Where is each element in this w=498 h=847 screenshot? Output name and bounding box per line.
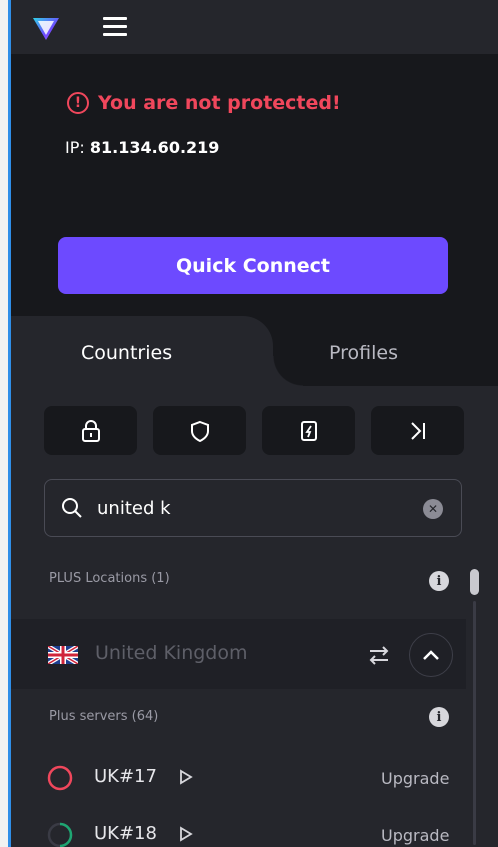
- scrollbar-thumb[interactable]: [470, 569, 479, 595]
- server-name: UK#18: [94, 823, 157, 844]
- country-row-united-kingdom[interactable]: United Kingdom: [11, 619, 466, 689]
- server-row[interactable]: UK#18 Upgrade: [11, 810, 466, 847]
- info-icon[interactable]: i: [429, 571, 449, 591]
- ip-label: IP:: [65, 138, 85, 157]
- play-icon[interactable]: [179, 826, 193, 842]
- tab-countries[interactable]: Countries: [81, 342, 172, 364]
- hamburger-menu-icon[interactable]: [103, 17, 127, 37]
- exclamation-circle-icon: !: [67, 92, 89, 114]
- uk-flag-icon: [48, 646, 78, 664]
- search-icon: [62, 498, 82, 518]
- play-icon[interactable]: [179, 769, 193, 785]
- connection-status-panel: ! You are not protected! IP: 81.134.60.2…: [11, 54, 498, 316]
- info-icon[interactable]: i: [429, 707, 449, 727]
- countries-panel: ✕ PLUS Locations (1) i United Kingdom: [11, 386, 498, 847]
- protection-warning: ! You are not protected!: [67, 92, 341, 114]
- country-name: United Kingdom: [95, 642, 248, 664]
- upgrade-button[interactable]: Upgrade: [381, 826, 449, 845]
- warning-text: You are not protected!: [98, 92, 341, 114]
- server-load-icon: [47, 822, 73, 847]
- ip-address-row: IP: 81.134.60.219: [65, 138, 219, 157]
- quick-connect-button[interactable]: Quick Connect: [58, 237, 448, 294]
- chevron-up-icon: [423, 650, 439, 660]
- search-input[interactable]: [97, 497, 397, 519]
- lock-icon: [81, 419, 100, 442]
- p2p-filter-button[interactable]: [262, 406, 355, 455]
- ip-value: 81.134.60.219: [89, 138, 220, 157]
- secure-core-filter-button[interactable]: [44, 406, 137, 455]
- plus-locations-header: PLUS Locations (1): [49, 571, 170, 586]
- swap-arrows-icon[interactable]: [366, 643, 392, 667]
- title-bar: [11, 0, 498, 54]
- tor-filter-button[interactable]: [371, 406, 464, 455]
- clear-x-icon[interactable]: ✕: [423, 499, 443, 519]
- server-load-icon: [47, 765, 73, 791]
- collapse-country-button[interactable]: [409, 633, 453, 677]
- netshield-filter-button[interactable]: [153, 406, 246, 455]
- forward-arrow-icon: [410, 421, 425, 440]
- tab-bar: Countries Profiles: [11, 316, 498, 386]
- server-name: UK#17: [94, 766, 157, 787]
- vpn-triangle-logo-icon: [33, 18, 59, 40]
- p2p-device-icon: [300, 420, 317, 441]
- server-row[interactable]: UK#17 Upgrade: [11, 753, 466, 805]
- feature-filters: [44, 406, 464, 455]
- scrollbar[interactable]: [468, 569, 480, 845]
- scrollbar-track: [473, 601, 476, 845]
- upgrade-button[interactable]: Upgrade: [381, 769, 449, 788]
- shield-icon: [190, 420, 209, 442]
- window-left-edge: [0, 0, 8, 847]
- vpn-app-window: ! You are not protected! IP: 81.134.60.2…: [11, 0, 498, 847]
- plus-servers-header: Plus servers (64): [49, 709, 159, 724]
- search-box: ✕: [44, 479, 462, 537]
- tab-profiles[interactable]: Profiles: [329, 342, 398, 364]
